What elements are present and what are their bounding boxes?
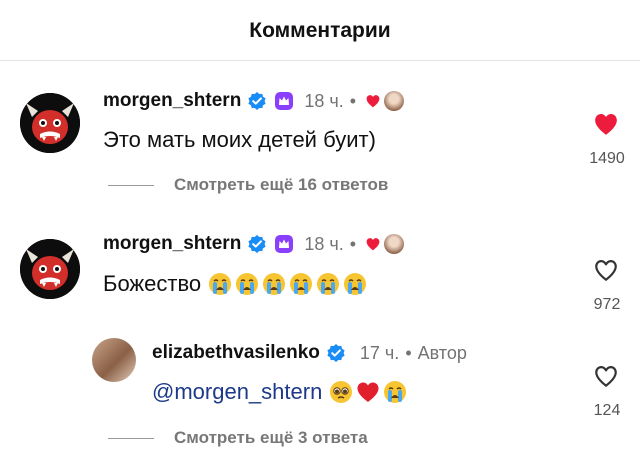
- loudly-crying-face-icon: [316, 272, 340, 296]
- like-heart-icon[interactable]: [593, 112, 619, 136]
- loudly-crying-face-icon: [208, 272, 232, 296]
- subscription-badge-icon: [274, 234, 294, 254]
- ogre-avatar-icon: [20, 239, 80, 299]
- view-replies-label: Смотреть ещё 3 ответа: [174, 428, 368, 447]
- author-liked-heart-icon: [365, 94, 381, 108]
- reply-text: @morgen_shtern: [152, 379, 407, 405]
- reply-timestamp: 17 ч.: [359, 342, 400, 363]
- loudly-crying-face-icon: [262, 272, 286, 296]
- loudly-crying-face-icon: [235, 272, 259, 296]
- username[interactable]: morgen_shtern: [103, 233, 241, 255]
- comment-header: morgen_shtern 18 ч. •: [103, 233, 405, 255]
- pleading-face-icon: [329, 380, 353, 404]
- loudly-crying-face-icon: [343, 272, 367, 296]
- separator-dot: •: [405, 342, 412, 363]
- separator-dot: •: [349, 90, 357, 111]
- header: Комментарии: [0, 0, 640, 60]
- separator-dot: •: [349, 233, 357, 254]
- author-liked-heart-icon: [365, 237, 381, 251]
- username[interactable]: morgen_shtern: [103, 90, 241, 112]
- header-divider: [0, 60, 640, 61]
- ogre-avatar-icon: [20, 93, 80, 153]
- comment-text-body: Божество: [103, 271, 202, 296]
- verified-badge-icon: [247, 234, 267, 254]
- verified-badge-icon: [247, 91, 267, 111]
- subscription-badge-icon: [274, 91, 294, 111]
- author-liked-avatar: [384, 91, 405, 111]
- view-replies-button[interactable]: Смотреть ещё 16 ответов: [108, 175, 388, 195]
- mention-link[interactable]: @morgen_shtern: [152, 379, 322, 405]
- reply-like-heart-outline-icon[interactable]: [593, 364, 619, 388]
- loudly-crying-face-icon: [289, 272, 313, 296]
- comment-header: morgen_shtern 18 ч. •: [103, 90, 405, 112]
- timestamp: 18 ч.: [304, 233, 344, 254]
- red-heart-icon: [356, 380, 380, 404]
- author-label: Автор: [417, 342, 467, 363]
- author-liked-avatar: [384, 234, 405, 254]
- like-count: 1490: [589, 150, 625, 167]
- reply-username[interactable]: elizabethvasilenko: [152, 342, 320, 364]
- page-title: Комментарии: [249, 19, 391, 42]
- reply-like-count: 124: [593, 402, 621, 419]
- replies-line: [108, 184, 154, 186]
- like-count: 972: [593, 296, 621, 313]
- avatar[interactable]: [20, 239, 80, 299]
- view-replies-label: Смотреть ещё 16 ответов: [174, 175, 389, 194]
- view-replies-button[interactable]: Смотреть ещё 3 ответа: [108, 428, 368, 448]
- reply-header: elizabethvasilenko 17 ч. • Автор: [152, 342, 467, 364]
- reply-avatar[interactable]: [92, 338, 136, 382]
- comment-text: Божество: [103, 271, 367, 297]
- verified-badge-icon: [326, 343, 346, 363]
- avatar[interactable]: [20, 93, 80, 153]
- like-heart-outline-icon[interactable]: [593, 258, 619, 282]
- loudly-crying-face-icon: [383, 380, 407, 404]
- replies-line: [108, 437, 154, 439]
- comment-text: Это мать моих детей буит): [103, 127, 376, 152]
- timestamp: 18 ч.: [304, 90, 344, 111]
